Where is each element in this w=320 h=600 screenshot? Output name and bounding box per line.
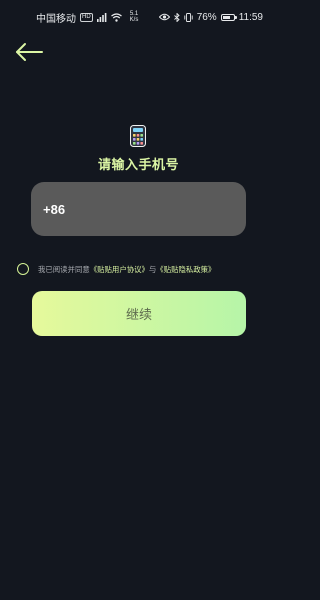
status-left: 中国移动 HD 5.1 K/s [36,10,138,25]
back-button[interactable] [13,40,45,64]
privacy-policy-link[interactable]: 《贴贴隐私政策》 [156,264,215,275]
calculator-phone-icon [130,125,146,147]
network-speed: 5.1 K/s [130,11,139,23]
network-speed-unit: K/s [129,17,139,23]
signal-icon [96,12,107,22]
wifi-icon [110,12,122,22]
battery-fill [222,15,231,19]
status-time: 11:59 [238,11,263,23]
agree-checkbox[interactable] [17,263,29,275]
carrier-name: 中国移动 [36,13,76,25]
phone-number-input[interactable]: +86 [31,182,246,236]
eye-icon [158,13,170,21]
continue-button[interactable]: 继续 [32,291,246,336]
hd-badge: HD [80,12,93,22]
status-right: 76% 11:59 [158,11,263,23]
status-bar: 中国移动 HD 5.1 K/s 76% 11:59 [0,0,277,34]
bluetooth-icon [173,12,180,22]
arrow-left-icon [16,43,43,61]
vibrate-icon [184,12,193,22]
battery-percent: 76% [196,11,217,23]
country-code[interactable]: +86 [43,202,65,217]
battery-icon [220,13,237,21]
user-agreement-link[interactable]: 《贴贴用户协议》 [90,264,149,275]
page-title: 请输入手机号 [97,157,179,172]
agreement-conjunction: 与 [148,264,157,274]
agreement-prefix: 我已阅读并同意 [38,264,90,274]
agreement-row: 我已阅读并同意 《贴贴用户协议》 与 《贴贴隐私政策》 [17,263,272,275]
